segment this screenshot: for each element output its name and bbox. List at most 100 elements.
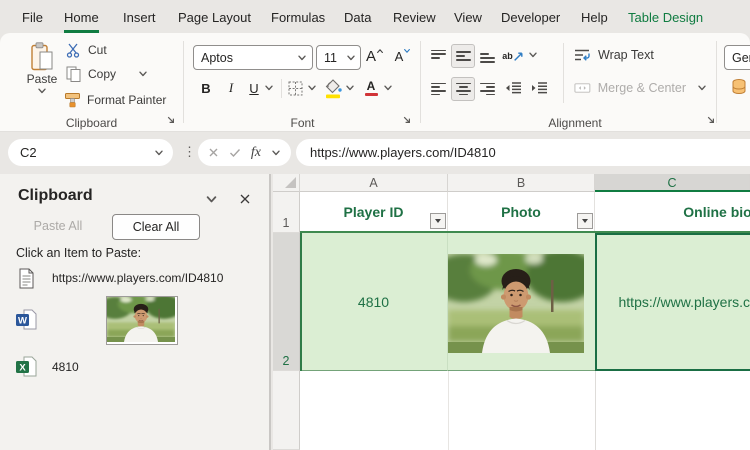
paste-chevron-icon[interactable] [37,86,47,96]
font-group-label: Font [185,116,420,130]
cell-c1[interactable]: Online bio [595,192,750,231]
gridline [448,371,449,450]
insert-function-icon[interactable]: fx [251,145,261,161]
align-top-button[interactable] [428,46,448,66]
column-header-a[interactable]: A [300,174,448,192]
cell-a1[interactable]: Player ID [300,192,448,231]
enter-icon[interactable] [229,147,241,158]
underline-chevron-icon[interactable] [264,83,274,93]
cancel-icon[interactable] [208,147,219,158]
shrink-font-button[interactable]: A [392,45,414,67]
cut-button[interactable]: Cut [66,42,136,58]
grow-font-icon: A [366,48,376,65]
select-all-triangle-icon [285,177,296,188]
paste-label: Paste [27,72,58,86]
gridline [595,371,596,450]
bold-button[interactable]: B [196,77,216,99]
clipboard-dialog-launcher[interactable] [166,115,177,126]
paste-all-button[interactable]: Paste All [16,214,100,238]
font-size-chevron-icon[interactable] [346,53,356,63]
menu-formulas[interactable]: Formulas [271,10,325,30]
cell-c2-selected[interactable]: https://www.players.com/ID4810 [595,233,750,371]
font-name-combo[interactable]: Aptos [193,45,313,70]
row-header-2[interactable]: 2 [273,233,300,371]
menu-review[interactable]: Review [393,10,436,30]
wrap-text-button[interactable]: Wrap Text [574,45,674,65]
table-left-border [300,233,302,371]
font-name-chevron-icon[interactable] [297,53,307,63]
align-center-button[interactable] [451,77,475,101]
number-format-combo[interactable]: General [724,45,750,70]
pane-close-icon[interactable] [239,193,251,205]
align-center-icon [456,83,471,96]
align-right-button[interactable] [477,79,497,99]
font-color-button[interactable]: A [362,77,380,99]
menu-data[interactable]: Data [344,10,371,30]
filter-button-a[interactable] [430,213,446,229]
borders-button[interactable] [287,80,303,96]
name-box[interactable]: C2 [8,139,173,166]
copy-button[interactable]: Copy [66,65,152,82]
clipboard-item-text: 4810 [52,360,79,374]
format-painter-button[interactable]: Format Painter [64,91,176,108]
font-size-combo[interactable]: 11 [316,45,361,70]
clipboard-item-id[interactable]: X 4810 [0,356,267,380]
orientation-chevron-icon[interactable] [528,50,538,60]
shrink-font-icon: A [395,49,404,64]
clear-all-button[interactable]: Clear All [112,214,200,240]
html-document-icon [17,268,36,289]
row-header-1[interactable]: 1 [273,192,300,233]
underline-icon: U [249,81,258,96]
paste-clipboard-icon [29,42,55,72]
menu-view[interactable]: View [454,10,482,30]
pane-collapse-chevron-icon[interactable] [205,193,218,206]
underline-button[interactable]: U [244,77,264,99]
cell-b1[interactable]: Photo [448,192,595,231]
align-middle-icon [456,50,471,63]
formula-input[interactable]: https://www.players.com/ID4810 [296,139,750,166]
decrease-indent-button[interactable] [504,79,523,97]
bold-icon: B [201,81,210,96]
font-size-value: 11 [317,51,346,65]
menu-developer[interactable]: Developer [501,10,560,30]
filter-button-b[interactable] [577,213,593,229]
clipboard-item-photo[interactable]: W [0,296,267,348]
grow-font-button[interactable]: A [364,45,386,67]
paste-button[interactable]: Paste [22,38,62,100]
column-header-b[interactable]: B [448,174,595,192]
fill-color-button[interactable] [323,76,342,100]
name-box-value: C2 [8,145,154,160]
font-color-chevron-icon[interactable] [383,83,393,93]
menu-file[interactable]: File [22,10,43,30]
clipboard-item-url[interactable]: https://www.players.com/ID4810 [0,268,267,292]
italic-button[interactable]: I [222,77,240,99]
fx-chevron-icon[interactable] [271,148,281,158]
menu-insert[interactable]: Insert [123,10,156,30]
menu-bar: File Home Insert Page Layout Formulas Da… [0,0,750,33]
select-all-corner[interactable] [273,174,300,192]
borders-chevron-icon[interactable] [307,83,317,93]
orientation-ab-icon: ab [502,51,513,61]
row-header-3[interactable] [273,371,300,450]
cell-a2[interactable]: 4810 [300,233,448,371]
menu-table-design[interactable]: Table Design [628,10,703,30]
accounting-format-button[interactable] [730,77,748,97]
font-dialog-launcher[interactable] [402,115,413,126]
align-left-button[interactable] [428,79,448,99]
align-bottom-button[interactable] [477,46,497,66]
name-box-chevron-icon[interactable] [154,148,164,158]
player-photo[interactable] [448,254,584,353]
fill-color-chevron-icon[interactable] [345,83,355,93]
copy-chevron-icon[interactable] [138,69,148,79]
orientation-button[interactable]: ab [501,45,525,67]
name-box-drag-dots[interactable]: ⋮ [183,144,196,160]
merge-center-button[interactable]: Merge & Center [574,78,686,98]
increase-indent-button[interactable] [530,79,549,97]
menu-home[interactable]: Home [64,10,99,33]
merge-center-chevron-icon[interactable] [697,83,707,93]
align-top-icon [431,50,446,63]
menu-help[interactable]: Help [581,10,608,30]
align-middle-button[interactable] [451,44,475,68]
menu-page-layout[interactable]: Page Layout [178,10,251,30]
excel-window: File Home Insert Page Layout Formulas Da… [0,0,750,450]
